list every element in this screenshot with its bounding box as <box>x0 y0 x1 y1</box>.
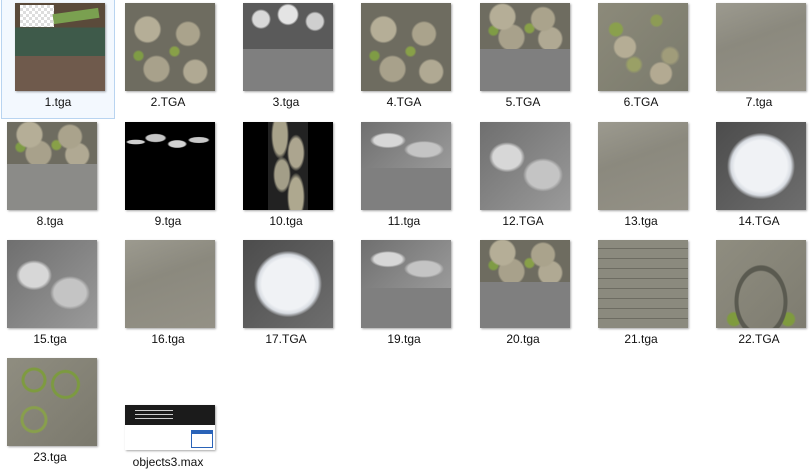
texture-thumbnail <box>125 240 215 328</box>
file-name: 14.TGA <box>738 214 780 228</box>
file-item-19[interactable]: 19.tga <box>348 237 460 355</box>
texture-thumbnail <box>716 122 806 210</box>
file-name: 17.TGA <box>265 332 307 346</box>
file-item-7[interactable]: 7.tga <box>703 0 810 118</box>
texture-thumbnail <box>716 3 806 91</box>
texture-thumbnail <box>480 3 570 91</box>
texture-thumbnail <box>7 240 97 328</box>
texture-thumbnail <box>480 122 570 210</box>
file-item-16[interactable]: 16.tga <box>112 237 224 355</box>
texture-thumbnail <box>598 3 688 91</box>
file-item-12[interactable]: 12.TGA <box>467 119 579 237</box>
3ds-max-file-icon <box>125 405 215 450</box>
file-name: 16.tga <box>151 332 185 346</box>
file-name: 12.TGA <box>502 214 544 228</box>
file-name: 1.tga <box>44 95 72 109</box>
file-name: 21.tga <box>624 332 658 346</box>
file-item-9[interactable]: 9.tga <box>112 119 224 237</box>
file-name: 10.tga <box>269 214 303 228</box>
texture-thumbnail <box>361 3 451 91</box>
file-item-11[interactable]: 11.tga <box>348 119 460 237</box>
file-item-10[interactable]: 10.tga <box>230 119 342 237</box>
file-name: 13.tga <box>624 214 658 228</box>
texture-thumbnail <box>598 240 688 328</box>
file-name: 19.tga <box>387 332 421 346</box>
file-item-20[interactable]: 20.tga <box>467 237 579 355</box>
texture-thumbnail <box>480 240 570 328</box>
file-name: 8.tga <box>36 214 64 228</box>
file-item-5[interactable]: 5.TGA <box>467 0 579 118</box>
texture-thumbnail <box>7 122 97 210</box>
file-item-3[interactable]: 3.tga <box>230 0 342 118</box>
file-item-23[interactable]: 23.tga <box>0 355 106 473</box>
file-name: 11.tga <box>387 214 421 228</box>
texture-thumbnail <box>243 122 333 210</box>
file-name: 9.tga <box>154 214 182 228</box>
file-name: 6.TGA <box>623 95 659 109</box>
file-name: 7.tga <box>745 95 773 109</box>
texture-thumbnail <box>243 3 333 91</box>
file-item-14[interactable]: 14.TGA <box>703 119 810 237</box>
file-name: 2.TGA <box>150 95 186 109</box>
file-item-4[interactable]: 4.TGA <box>348 0 460 118</box>
file-name: objects3.max <box>132 455 204 469</box>
file-item-2[interactable]: 2.TGA <box>112 0 224 118</box>
file-name: 3.tga <box>272 95 300 109</box>
texture-thumbnail <box>15 3 105 91</box>
file-item-17[interactable]: 17.TGA <box>230 237 342 355</box>
file-item-22[interactable]: 22.TGA <box>703 237 810 355</box>
texture-thumbnail <box>7 358 97 446</box>
file-name: 20.tga <box>506 332 540 346</box>
file-name: 22.TGA <box>738 332 780 346</box>
file-item-8[interactable]: 8.tga <box>0 119 106 237</box>
transparency-checker <box>20 5 54 27</box>
file-item-1[interactable]: 1.tga <box>1 0 115 119</box>
texture-thumbnail <box>716 240 806 328</box>
file-name: 23.tga <box>33 450 67 464</box>
texture-thumbnail <box>361 122 451 210</box>
file-item-6[interactable]: 6.TGA <box>585 0 697 118</box>
window-badge-icon <box>191 430 213 448</box>
texture-thumbnail <box>125 3 215 91</box>
leaf-texture <box>52 7 100 25</box>
file-name: 15.tga <box>33 332 67 346</box>
texture-thumbnail <box>361 240 451 328</box>
file-name: 5.TGA <box>505 95 541 109</box>
texture-thumbnail <box>598 122 688 210</box>
texture-thumbnail <box>243 240 333 328</box>
file-item-15[interactable]: 15.tga <box>0 237 106 355</box>
file-item-21[interactable]: 21.tga <box>585 237 697 355</box>
texture-thumbnail <box>125 122 215 210</box>
file-item-objects3[interactable]: objects3.max <box>112 355 224 473</box>
file-item-13[interactable]: 13.tga <box>585 119 697 237</box>
file-name: 4.TGA <box>386 95 422 109</box>
